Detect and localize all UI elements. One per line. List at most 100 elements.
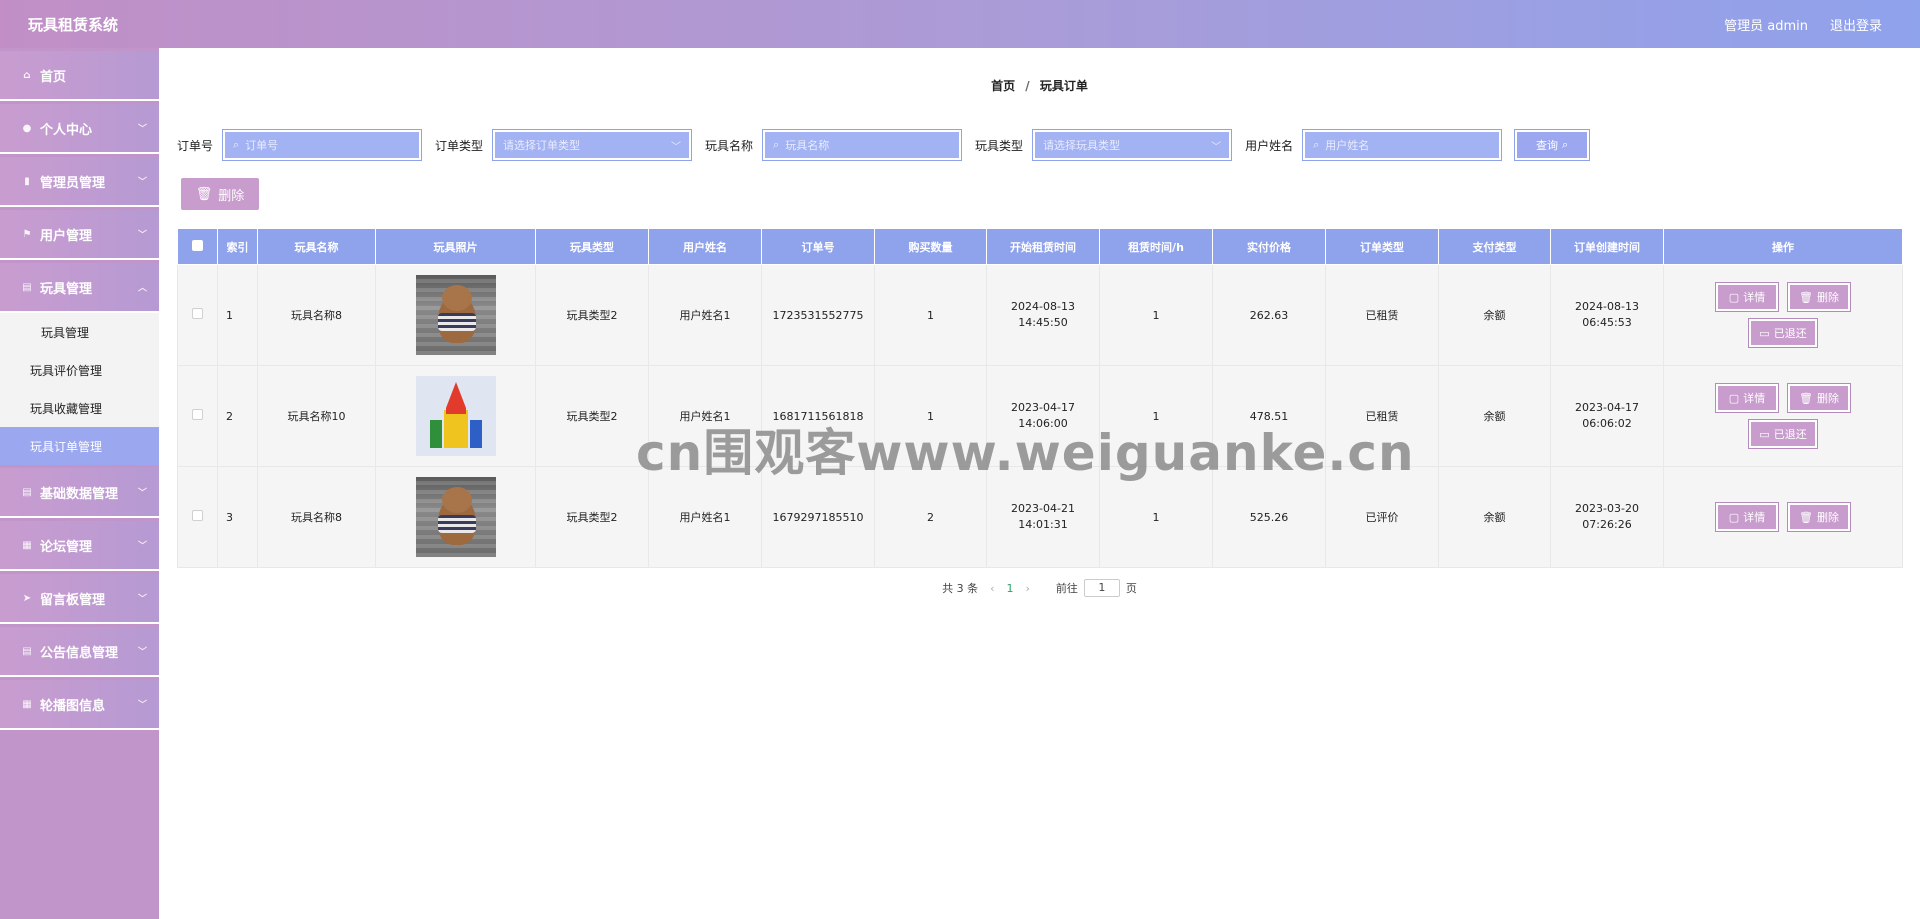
sidebar-item-profile[interactable]: ● 个人中心 ﹀ — [0, 104, 159, 154]
delete-label: 删除 — [1816, 511, 1839, 524]
select-all-checkbox[interactable] — [192, 239, 203, 251]
chevron-left-icon[interactable]: ‹ — [990, 582, 994, 595]
top-header: 玩具租赁系统 管理员 admin 退出登录 — [0, 0, 1920, 48]
column-header: 租赁时间/h — [1099, 228, 1213, 265]
sidebar-item-label: 基础数据管理 — [40, 486, 119, 502]
detail-label: 详情 — [1743, 392, 1766, 405]
toy-photo-blocks[interactable] — [415, 376, 496, 456]
chevron-down-icon: ﹀ — [137, 700, 147, 711]
toy-name-input[interactable]: ⌕ 玩具名称 — [762, 129, 963, 161]
sidebar-item-label: 论坛管理 — [40, 539, 93, 555]
sidebar-item-messages[interactable]: ➤ 留言板管理 ﹀ — [0, 574, 159, 624]
cell-user-name: 用户姓名1 — [648, 365, 762, 467]
page-number[interactable]: 1 — [1007, 582, 1014, 595]
toy-submenu: 玩具管理 玩具评价管理 玩具收藏管理 玩具订单管理 — [0, 313, 159, 465]
detail-button[interactable]: ▢ 详情 — [1715, 282, 1779, 312]
sidebar-item-label: 首页 — [40, 69, 67, 85]
sidebar-subitem-toy-manage[interactable]: 玩具管理 — [0, 313, 159, 351]
cell-index: 3 — [217, 466, 258, 568]
delete-button[interactable]: 🗑 删除 — [1787, 502, 1851, 532]
clipboard-icon: ▤ — [22, 645, 32, 657]
toy-photo-bear[interactable] — [415, 477, 496, 557]
cell-price: 525.26 — [1212, 466, 1326, 568]
row-checkbox[interactable] — [192, 510, 203, 521]
cell-created-time: 2023-03-20 07:26:26 — [1550, 466, 1664, 568]
cell-order-type: 已租赁 — [1325, 264, 1439, 366]
send-icon: ➤ — [22, 592, 32, 604]
document-icon: ▢ — [1728, 290, 1740, 304]
order-type-select[interactable]: 请选择订单类型 ﹀ — [492, 129, 693, 161]
returned-button[interactable]: ▭ 已退还 — [1748, 419, 1818, 449]
cell-pay-type: 余额 — [1438, 466, 1551, 568]
clipboard-icon: ▤ — [22, 486, 32, 498]
column-header: 玩具名称 — [257, 228, 376, 265]
sidebar-item-forum[interactable]: ▦ 论坛管理 ﹀ — [0, 521, 159, 571]
trash-icon: 🗑 — [1799, 510, 1813, 524]
cell-toy-type: 玩具类型2 — [535, 264, 649, 366]
toy-name-placeholder: 玩具名称 — [785, 139, 830, 152]
bulk-delete-button[interactable]: 🗑 删除 — [181, 178, 259, 210]
cell-quantity: 1 — [874, 264, 987, 366]
column-header: 开始租赁时间 — [986, 228, 1100, 265]
breadcrumb-current: 玩具订单 — [1039, 79, 1088, 93]
detail-button[interactable]: ▢ 详情 — [1715, 383, 1779, 413]
search-button[interactable]: 查询 ⌕ — [1514, 129, 1591, 161]
table-row: 1 玩具名称8 玩具类型2 用户姓名1 1723531552775 1 2024… — [177, 264, 1903, 366]
table-header-row: 索引 玩具名称 玩具照片 玩具类型 用户姓名 订单号 购买数量 开始租赁时间 租… — [177, 228, 1903, 265]
column-header: 订单创建时间 — [1550, 228, 1664, 265]
detail-label: 详情 — [1743, 511, 1766, 524]
trash-icon: 🗑 — [1799, 391, 1813, 405]
cell-start-time: 2023-04-17 14:06:00 — [986, 365, 1100, 467]
chevron-down-icon: ﹀ — [137, 124, 147, 135]
logout-link[interactable]: 退出登录 — [1830, 15, 1882, 34]
cell-start-time: 2023-04-21 14:01:31 — [986, 466, 1100, 568]
sidebar-item-label: 公告信息管理 — [40, 645, 119, 661]
order-type-placeholder: 请选择订单类型 — [503, 139, 581, 152]
delete-button[interactable]: 🗑 删除 — [1787, 383, 1851, 413]
bulk-delete-label: 删除 — [218, 188, 245, 204]
bar-chart-icon: ▮ — [24, 175, 30, 187]
sidebar-item-label: 用户管理 — [40, 228, 93, 244]
goto-page-input[interactable]: 1 — [1083, 579, 1120, 597]
admin-user-label[interactable]: 管理员 admin — [1724, 15, 1808, 34]
toy-photo-bear[interactable] — [415, 275, 496, 355]
breadcrumb-home[interactable]: 首页 — [991, 79, 1015, 93]
user-name-input[interactable]: ⌕ 用户姓名 — [1302, 129, 1503, 161]
column-header: 实付价格 — [1212, 228, 1326, 265]
cell-pay-type: 余额 — [1438, 264, 1551, 366]
table-row: 2 玩具名称10 玩具类型2 用户姓名1 1681711561818 1 202… — [177, 365, 1903, 467]
sidebar-subitem-toy-favorite[interactable]: 玩具收藏管理 — [0, 389, 159, 427]
column-header: 操作 — [1663, 228, 1903, 265]
pagination-total: 共 3 条 — [942, 582, 979, 595]
returned-button[interactable]: ▭ 已退还 — [1748, 318, 1818, 348]
cell-created-time: 2023-04-17 06:06:02 — [1550, 365, 1664, 467]
returned-label: 已退还 — [1773, 428, 1807, 441]
cell-toy-type: 玩具类型2 — [535, 365, 649, 467]
detail-button[interactable]: ▢ 详情 — [1715, 502, 1779, 532]
order-no-label: 订单号 — [177, 138, 214, 153]
trash-icon: 🗑 — [1799, 290, 1813, 304]
select-all-header[interactable] — [177, 228, 218, 265]
sidebar-subitem-toy-orders[interactable]: 玩具订单管理 — [0, 427, 159, 465]
row-checkbox[interactable] — [192, 409, 203, 420]
sidebar-item-admin[interactable]: ▮ 管理员管理 ﹀ — [0, 157, 159, 207]
sidebar-item-home[interactable]: ⌂ 首页 — [0, 51, 159, 101]
sidebar-item-carousel[interactable]: ▦ 轮播图信息 ﹀ — [0, 680, 159, 730]
sidebar-subitem-toy-review[interactable]: 玩具评价管理 — [0, 351, 159, 389]
row-checkbox[interactable] — [192, 308, 203, 319]
clipboard-icon: ▤ — [22, 281, 32, 293]
column-header: 购买数量 — [874, 228, 987, 265]
sidebar-item-users[interactable]: ⚑ 用户管理 ﹀ — [0, 210, 159, 260]
breadcrumb: 首页 / 玩具订单 — [159, 77, 1920, 94]
sidebar-item-toys[interactable]: ▤ 玩具管理 ︿ — [0, 263, 159, 313]
sidebar-item-notice[interactable]: ▤ 公告信息管理 ﹀ — [0, 627, 159, 677]
sidebar-item-basic-data[interactable]: ▤ 基础数据管理 ﹀ — [0, 468, 159, 518]
chevron-right-icon[interactable]: › — [1026, 582, 1030, 595]
delete-button[interactable]: 🗑 删除 — [1787, 282, 1851, 312]
toy-type-select[interactable]: 请选择玩具类型 ﹀ — [1032, 129, 1233, 161]
cell-order-type: 已租赁 — [1325, 365, 1439, 467]
cell-hours: 1 — [1099, 264, 1213, 366]
cell-user-name: 用户姓名1 — [648, 466, 762, 568]
sidebar-item-label: 管理员管理 — [40, 175, 106, 191]
order-no-input[interactable]: ⌕ 订单号 — [222, 129, 423, 161]
